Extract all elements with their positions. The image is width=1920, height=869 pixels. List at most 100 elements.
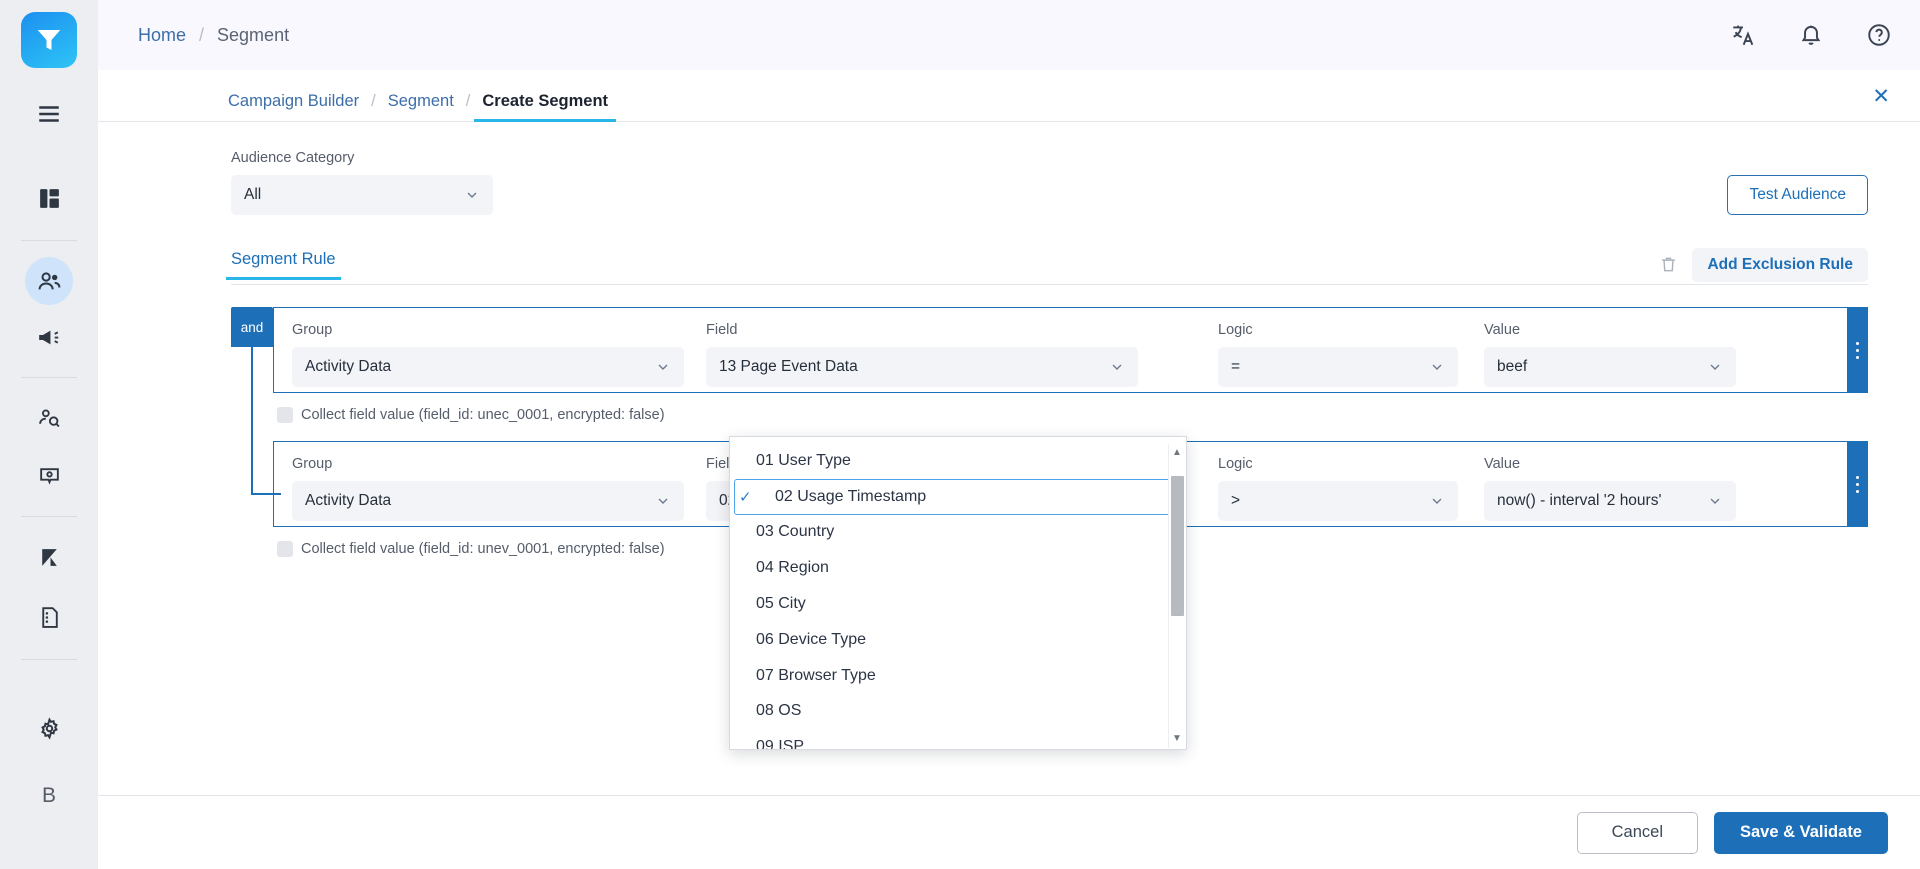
dropdown-option-02[interactable]: ✓ 02 Usage Timestamp [734,479,1182,515]
rule-1-collect-label: Collect field value (field_id: unec_0001… [301,407,665,423]
breadcrumb: Home / Segment [138,25,289,46]
dropdown-option-label: 03 Country [756,523,834,541]
sidebar-item-profile-card[interactable] [25,452,73,500]
main-body: Audience Category All Test Audience Segm… [98,122,1920,869]
field-dropdown-list: 01 User Type ✓ 02 Usage Timestamp 03 Cou… [730,443,1186,749]
audience-category-select[interactable]: All [231,175,493,215]
dropdown-option-label: 08 OS [756,702,801,720]
rule-1-value-select[interactable]: beef [1484,347,1736,387]
breadcrumb-home[interactable]: Home [138,25,186,46]
sidebar-divider-4 [21,659,77,660]
funnel-logo-icon[interactable] [21,12,77,68]
sidebar-item-user-lookup[interactable] [25,394,73,442]
topbar-icons [1730,22,1892,48]
chevron-down-icon [464,187,480,203]
rule-1-value-field: Value beef [1484,322,1736,387]
rule-2-collect-checkbox[interactable] [277,541,293,557]
rule-2-group-label: Group [292,456,684,472]
dropdown-option-06[interactable]: 06 Device Type [730,622,1186,658]
translate-icon[interactable] [1730,22,1756,48]
rule-2-value-field: Value now() - interval '2 hours' [1484,456,1736,521]
rule-2-value-select[interactable]: now() - interval '2 hours' [1484,481,1736,521]
hamburger-menu-icon[interactable] [25,90,73,138]
subcrumb-create-segment: Create Segment [482,92,608,111]
dropdown-option-label: 09 ISP [756,738,804,749]
add-exclusion-rule-button[interactable]: Add Exclusion Rule [1692,248,1868,282]
and-connector-line [251,347,253,495]
chevron-down-icon [655,359,671,375]
rule-2-value-label: Value [1484,456,1736,472]
sidebar-divider-1 [21,240,77,241]
sidebar-item-audience[interactable] [25,257,73,305]
sub-bar: Campaign Builder / Segment / Create Segm… [98,70,1920,122]
sidebar-item-settings[interactable] [25,704,73,752]
trash-icon[interactable] [1659,255,1678,274]
top-bar: Home / Segment [98,0,1920,70]
and-connector-badge[interactable]: and [231,307,273,347]
dropdown-option-label: 01 User Type [756,452,851,470]
rule-1-collect-checkbox[interactable] [277,407,293,423]
dropdown-option-04[interactable]: 04 Region [730,550,1186,586]
dropdown-scroll-track[interactable] [1169,462,1186,730]
tab-bar: Segment Rule Add Exclusion Rule [231,245,1868,285]
sidebar-divider-2 [21,377,77,378]
test-audience-button[interactable]: Test Audience [1727,175,1868,215]
rule-1-logic-field: Logic = [1218,322,1458,387]
subcrumb-separator-2: / [466,92,471,111]
breadcrumb-segment: Segment [217,25,289,46]
dropdown-scrollbar[interactable]: ▲ ▼ [1168,444,1185,748]
audience-category-label: Audience Category [231,150,493,166]
dropdown-option-05[interactable]: 05 City [730,586,1186,622]
save-validate-button[interactable]: Save & Validate [1714,812,1888,854]
dropdown-option-03[interactable]: 03 Country [730,515,1186,551]
notification-bell-icon[interactable] [1798,22,1824,48]
sidebar-item-reports[interactable] [25,593,73,641]
rule-1-field-field: Field 13 Page Event Data [706,322,1138,387]
sidebar-divider-3 [21,516,77,517]
dropdown-option-label: 04 Region [756,559,829,577]
avatar[interactable]: B [29,776,69,816]
audience-category-group: Audience Category All [231,150,493,215]
chevron-down-icon [1707,493,1723,509]
rule-1-logic-select[interactable]: = [1218,347,1458,387]
dropdown-option-01[interactable]: 01 User Type [730,443,1186,479]
scroll-up-icon[interactable]: ▲ [1172,444,1182,462]
app-root: B Home / Segment [0,0,1920,869]
dropdown-option-label: 02 Usage Timestamp [775,488,926,506]
cancel-button[interactable]: Cancel [1577,812,1698,854]
sidebar-item-analytics[interactable] [25,533,73,581]
rule-1-logic-value: = [1231,358,1240,376]
sidebar-item-dashboard[interactable] [25,174,73,222]
rule-1-group-select[interactable]: Activity Data [292,347,684,387]
chevron-down-icon [655,493,671,509]
rule-1-group-field: Group Activity Data [292,322,684,387]
field-dropdown-menu[interactable]: 01 User Type ✓ 02 Usage Timestamp 03 Cou… [729,436,1187,750]
close-icon[interactable]: ✕ [1872,84,1890,109]
dropdown-option-09[interactable]: 09 ISP [730,729,1186,749]
dropdown-scroll-thumb[interactable] [1171,476,1184,616]
rule-2-logic-field: Logic > [1218,456,1458,521]
help-circle-icon[interactable] [1866,22,1892,48]
scroll-down-icon[interactable]: ▼ [1172,730,1182,748]
rule-2-menu-handle[interactable] [1847,442,1867,526]
rule-1-value-value: beef [1497,358,1527,376]
rule-2-logic-select[interactable]: > [1218,481,1458,521]
rule-1-menu-handle[interactable] [1847,308,1867,392]
rule-2-logic-value: > [1231,492,1240,510]
rule-1-field-select[interactable]: 13 Page Event Data [706,347,1138,387]
dropdown-option-08[interactable]: 08 OS [730,694,1186,730]
audience-category-row: Audience Category All Test Audience [98,122,1896,215]
rule-1-value-label: Value [1484,322,1736,338]
sidebar-item-campaign[interactable] [25,313,73,361]
rules-container: and Group Activity Data [231,307,1868,557]
dropdown-option-07[interactable]: 07 Browser Type [730,658,1186,694]
subcrumb-campaign-builder[interactable]: Campaign Builder [228,92,359,111]
tab-segment-rule[interactable]: Segment Rule [231,250,336,279]
rule-1-field-value: 13 Page Event Data [719,358,858,376]
chevron-down-icon [1707,359,1723,375]
rule-2-group-select[interactable]: Activity Data [292,481,684,521]
breadcrumb-separator: / [199,25,204,46]
rule-2-logic-label: Logic [1218,456,1458,472]
rule-1-fields: Group Activity Data Field 13 P [274,308,1847,387]
subcrumb-segment[interactable]: Segment [388,92,454,111]
